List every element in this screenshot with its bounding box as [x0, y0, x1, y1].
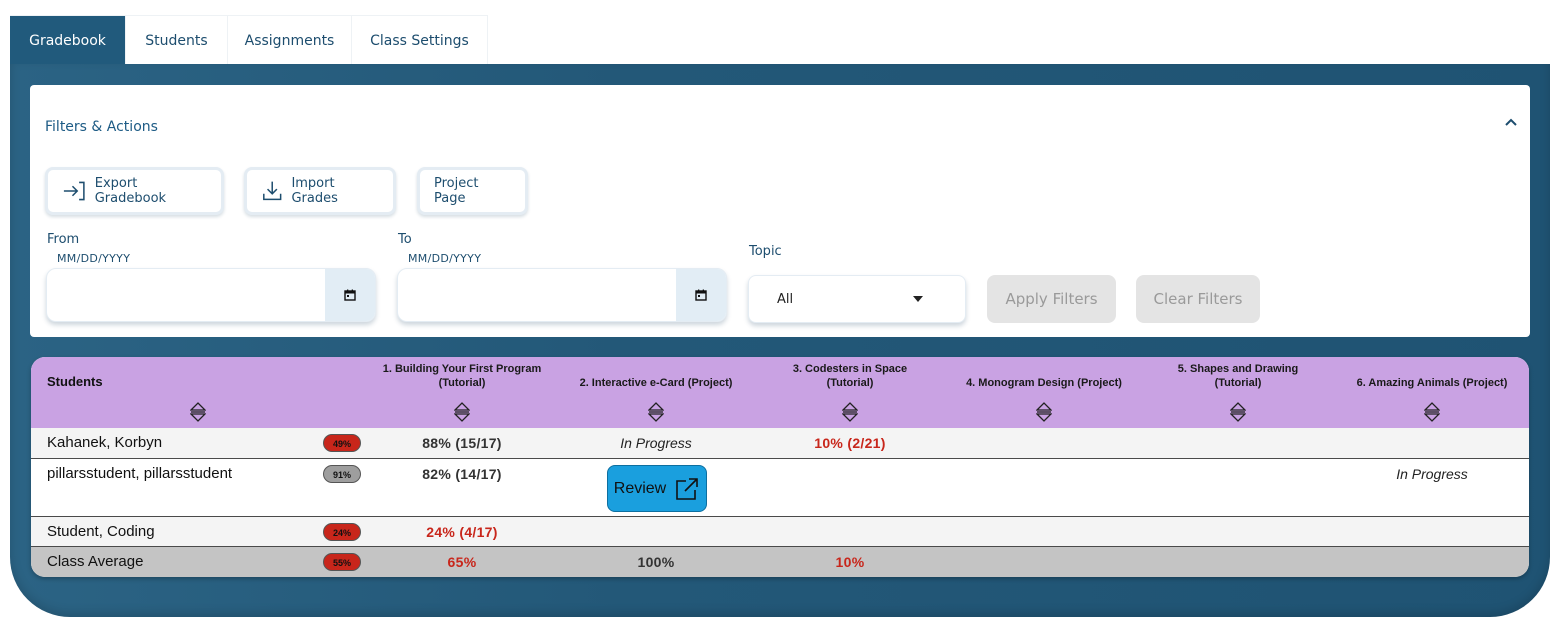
assignment-3-type: (Tutorial) — [826, 377, 874, 389]
filters-card: Filters & Actions Export Gradebook Impor… — [30, 85, 1530, 337]
grade-cell[interactable]: 88% (15/17) — [365, 435, 559, 451]
grade-cell[interactable]: 24% (4/17) — [365, 524, 559, 540]
tab-gradebook[interactable]: Gradebook — [10, 15, 126, 65]
from-date-hint: MM/DD/YYYY — [57, 252, 131, 265]
topic-select[interactable]: All — [748, 275, 966, 323]
status-cell: In Progress — [1396, 466, 1468, 482]
student-name[interactable]: Student, Coding — [47, 523, 155, 540]
tab-assignments[interactable]: Assignments — [228, 15, 352, 65]
tab-class-settings[interactable]: Class Settings — [352, 15, 488, 65]
import-icon — [263, 181, 282, 201]
assignment-4-title: 4. Monogram Design (Project) — [966, 377, 1122, 389]
sort-icon[interactable] — [454, 401, 470, 423]
import-grades-button[interactable]: Import Grades — [244, 167, 396, 215]
to-label: To — [398, 232, 412, 247]
average-cell: 100% — [637, 554, 675, 570]
students-header-label: Students — [47, 374, 103, 389]
assignment-5-title: 5. Shapes and Drawing — [1177, 363, 1299, 375]
table-row: Student, Coding 24% 24% (4/17) — [31, 516, 1529, 546]
assignment-header-2: 2. Interactive e-Card (Project) — [559, 357, 753, 428]
calendar-icon — [344, 289, 356, 301]
chevron-up-icon[interactable] — [1504, 115, 1518, 129]
assignment-header-5: 5. Shapes and Drawing (Tutorial) — [1141, 357, 1335, 428]
export-gradebook-button[interactable]: Export Gradebook — [45, 167, 224, 215]
topic-selected-value: All — [777, 291, 794, 307]
assignment-header-6: 6. Amazing Animals (Project) — [1335, 357, 1529, 428]
sort-icon[interactable] — [1230, 401, 1246, 423]
table-row: pillarsstudent, pillarsstudent 91% 82% (… — [31, 458, 1529, 516]
grade-cell[interactable]: 10% (2/21) — [753, 435, 947, 451]
export-icon — [63, 181, 85, 201]
overall-grade-badge: 91% — [323, 465, 361, 483]
assignment-6-title: 6. Amazing Animals (Project) — [1356, 377, 1508, 389]
import-grades-label: Import Grades — [291, 176, 338, 206]
caret-down-icon — [913, 296, 923, 302]
external-link-icon — [676, 477, 699, 500]
assignment-header-4: 4. Monogram Design (Project) — [947, 357, 1141, 428]
grade-cell[interactable]: 82% (14/17) — [365, 466, 559, 482]
assignment-header-3: 3. Codesters in Space (Tutorial) — [753, 357, 947, 428]
page: Gradebook Students Assignments Class Set… — [0, 0, 1567, 627]
from-label: From — [47, 232, 80, 247]
overall-grade-badge: 55% — [323, 553, 361, 571]
calendar-icon — [695, 289, 707, 301]
assignment-header-1: 1. Building Your First Program (Tutorial) — [365, 357, 559, 428]
review-label: Review — [613, 479, 667, 497]
overall-grade-badge: 49% — [323, 434, 361, 452]
project-page-label: Project Page — [434, 176, 479, 206]
sort-icon[interactable] — [1424, 401, 1440, 423]
sort-icon[interactable] — [190, 401, 206, 423]
student-name[interactable]: Kahanek, Korbyn — [47, 434, 162, 451]
export-gradebook-label: Export Gradebook — [94, 176, 167, 206]
class-average-row: Class Average 55% 65% 100% 10% — [31, 546, 1529, 577]
assignment-1-title: 1. Building Your First Program — [382, 363, 542, 375]
student-name[interactable]: pillarsstudent, pillarsstudent — [47, 465, 232, 482]
to-date-field[interactable] — [397, 268, 727, 322]
apply-filters-button[interactable]: Apply Filters — [987, 275, 1116, 323]
topic-label: Topic — [749, 244, 782, 259]
students-column-header: Students — [31, 357, 365, 428]
assignment-3-title: 3. Codesters in Space — [792, 363, 908, 375]
tab-students[interactable]: Students — [126, 15, 228, 65]
sort-icon[interactable] — [1036, 401, 1052, 423]
class-average-label: Class Average — [47, 553, 144, 570]
assignment-5-type: (Tutorial) — [1214, 377, 1262, 389]
tab-bar: Gradebook Students Assignments Class Set… — [10, 15, 488, 65]
to-calendar-button[interactable] — [676, 269, 726, 321]
average-cell: 65% — [447, 554, 477, 570]
assignment-1-type: (Tutorial) — [438, 377, 486, 389]
average-cell: 10% — [835, 554, 865, 570]
sort-icon[interactable] — [648, 401, 664, 423]
status-cell: In Progress — [620, 435, 692, 451]
gradebook-table: Students 1. Building Your First Program (… — [31, 357, 1529, 577]
clear-filters-button[interactable]: Clear Filters — [1136, 275, 1260, 323]
assignment-2-title: 2. Interactive e-Card (Project) — [579, 377, 733, 389]
to-date-hint: MM/DD/YYYY — [408, 252, 482, 265]
table-header: Students 1. Building Your First Program (… — [31, 357, 1529, 428]
from-calendar-button[interactable] — [325, 269, 375, 321]
project-page-button[interactable]: Project Page — [417, 167, 528, 215]
filters-title: Filters & Actions — [45, 119, 158, 135]
review-button[interactable]: Review — [607, 465, 707, 512]
overall-grade-badge: 24% — [323, 523, 361, 541]
from-date-field[interactable] — [46, 268, 376, 322]
sort-icon[interactable] — [842, 401, 858, 423]
table-row: Kahanek, Korbyn 49% 88% (15/17) In Progr… — [31, 428, 1529, 458]
